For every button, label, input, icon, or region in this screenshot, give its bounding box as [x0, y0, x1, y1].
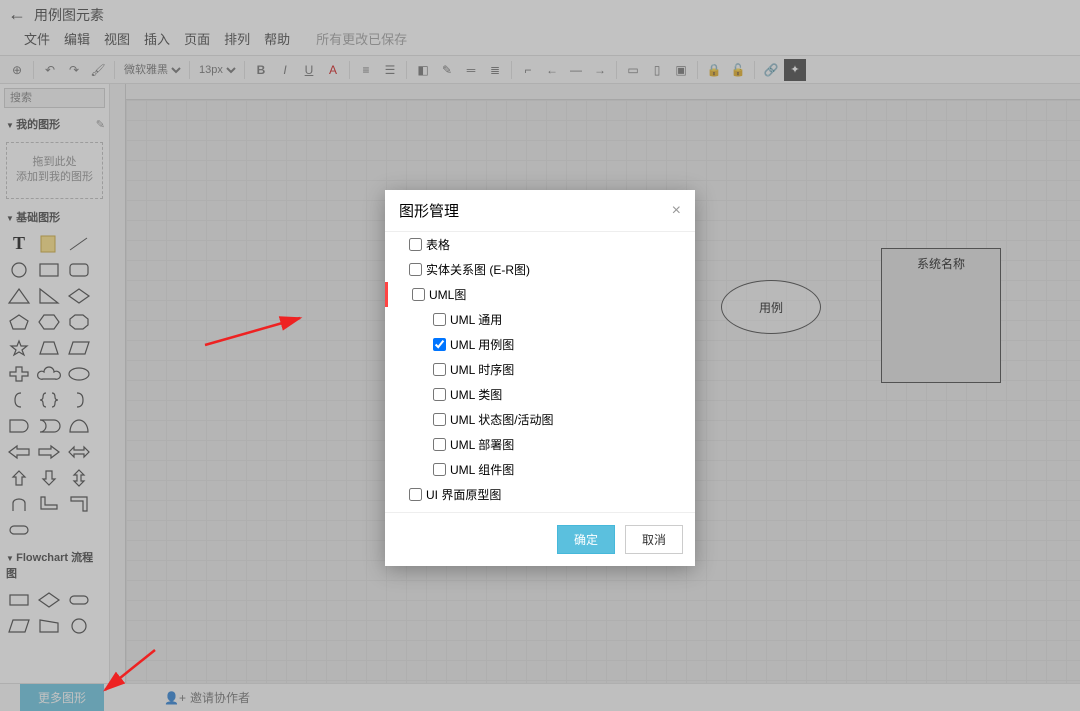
tree-item[interactable]: 实体关系图 (E-R图) [385, 257, 695, 282]
tree-label: UML 部署图 [450, 436, 514, 453]
tree-label: UML图 [429, 286, 466, 303]
close-icon[interactable]: × [672, 202, 681, 220]
tree-item[interactable]: UI 界面元素 [385, 507, 695, 512]
tree-item[interactable]: UML 时序图 [385, 357, 695, 382]
tree-label: UML 类图 [450, 386, 502, 403]
tree-item[interactable]: UML 通用 [385, 307, 695, 332]
tree-checkbox[interactable] [409, 263, 422, 276]
tree-item[interactable]: UML 部署图 [385, 432, 695, 457]
tree-item[interactable]: 表格 [385, 232, 695, 257]
tree-checkbox[interactable] [433, 413, 446, 426]
modal-title: 图形管理 [399, 200, 459, 221]
tree-label: UML 用例图 [450, 336, 514, 353]
tree-checkbox[interactable] [433, 463, 446, 476]
tree-label: 表格 [426, 236, 450, 253]
cancel-button[interactable]: 取消 [625, 525, 683, 554]
tree-label: UML 通用 [450, 311, 502, 328]
tree-checkbox[interactable] [409, 488, 422, 501]
tree-item[interactable]: UML 状态图/活动图 [385, 407, 695, 432]
tree-checkbox[interactable] [433, 313, 446, 326]
tree-checkbox[interactable] [433, 338, 446, 351]
tree-checkbox[interactable] [412, 288, 425, 301]
tree-item[interactable]: UML 用例图 [385, 332, 695, 357]
tree-item[interactable]: UML图 [385, 282, 695, 307]
modal-overlay: 图形管理 × 表格实体关系图 (E-R图) UML图 UML 通用 UML 用例图 UM… [0, 0, 1080, 711]
tree-item[interactable]: UML 类图 [385, 382, 695, 407]
shape-manager-modal: 图形管理 × 表格实体关系图 (E-R图) UML图 UML 通用 UML 用例图 UM… [385, 190, 695, 566]
tree-label: UI 界面原型图 [426, 486, 501, 503]
tree-label: UML 状态图/活动图 [450, 411, 554, 428]
tree-label: UML 时序图 [450, 361, 514, 378]
tree-label: 实体关系图 (E-R图) [426, 261, 530, 278]
modal-tree[interactable]: 表格实体关系图 (E-R图) UML图 UML 通用 UML 用例图 UML 时序图 UM… [385, 232, 695, 512]
tree-label: UML 组件图 [450, 461, 514, 478]
tree-item[interactable]: UI 界面原型图 [385, 482, 695, 507]
tree-item[interactable]: UML 组件图 [385, 457, 695, 482]
tree-checkbox[interactable] [433, 388, 446, 401]
tree-checkbox[interactable] [409, 238, 422, 251]
ok-button[interactable]: 确定 [557, 525, 615, 554]
tree-checkbox[interactable] [433, 363, 446, 376]
tree-checkbox[interactable] [433, 438, 446, 451]
tree-label: UI 界面元素 [450, 511, 513, 512]
